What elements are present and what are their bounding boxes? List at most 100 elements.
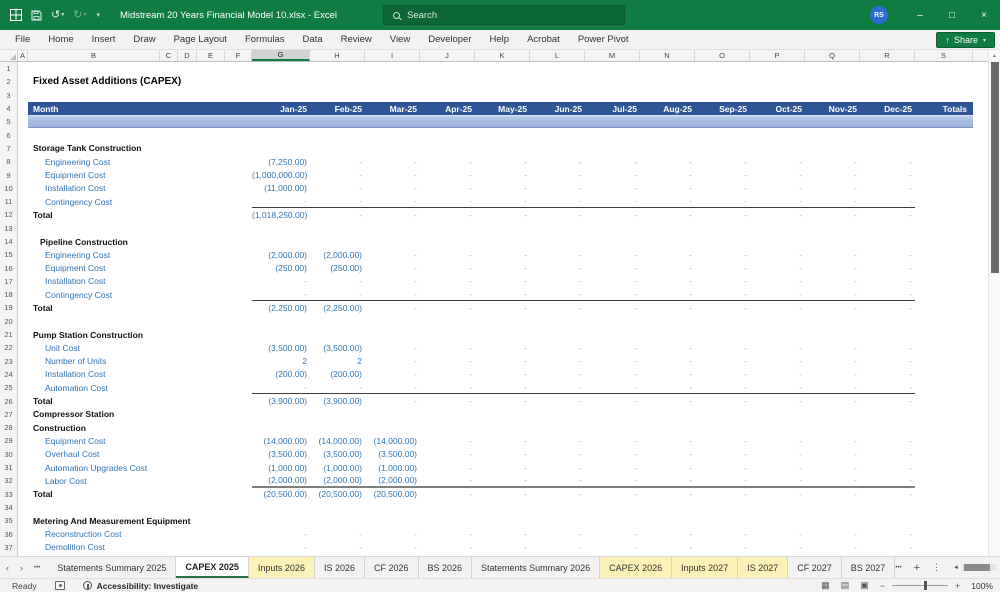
more-sheets-right-icon[interactable]: ••• <box>895 565 901 571</box>
menu-tab-file[interactable]: File <box>6 30 39 49</box>
cell-16-m10[interactable]: - <box>750 263 805 273</box>
row-label-25[interactable]: Automation Cost <box>28 383 252 393</box>
month-header-Mar-25[interactable]: Mar-25 <box>365 104 420 114</box>
cell-30-m2[interactable]: (3,500.00) <box>310 449 365 459</box>
cell-18-m5[interactable]: - <box>475 289 530 299</box>
cell-32-m9[interactable]: - <box>695 475 750 485</box>
cell-10-m11[interactable]: - <box>805 183 860 193</box>
row-label-22[interactable]: Unit Cost <box>28 343 252 353</box>
cell-33-m4[interactable]: - <box>420 489 475 499</box>
cell-17-m10[interactable]: - <box>750 276 805 286</box>
column-header-H[interactable]: H <box>310 50 365 61</box>
cell-29-m11[interactable]: - <box>805 436 860 446</box>
cell-9-m2[interactable]: - <box>310 170 365 180</box>
cell-26-m1[interactable]: (3,900.00) <box>252 396 310 406</box>
cell-19-m3[interactable]: - <box>365 303 420 313</box>
row-label-18[interactable]: Contingency Cost <box>28 290 252 300</box>
row-label-33[interactable]: Total <box>28 489 252 499</box>
cell-30-m3[interactable]: (3,500.00) <box>365 449 420 459</box>
row-label-17[interactable]: Installation Cost <box>28 276 252 286</box>
cell-16-m9[interactable]: - <box>695 263 750 273</box>
row-label-28[interactable]: Construction <box>28 423 252 433</box>
cell-33-m2[interactable]: (20,500.00) <box>310 489 365 499</box>
cell-A37[interactable] <box>18 541 28 554</box>
cell-30-m11[interactable]: - <box>805 449 860 459</box>
menu-tab-formulas[interactable]: Formulas <box>236 30 294 49</box>
row-label-27[interactable]: Compressor Station <box>28 409 252 419</box>
cell-37-m6[interactable]: - <box>530 542 585 552</box>
cell-8-m5[interactable]: - <box>475 157 530 167</box>
search-input[interactable]: Search <box>383 5 625 25</box>
cell-29-m1[interactable]: (14,000.00) <box>252 436 310 446</box>
cell-12-m12[interactable]: - <box>860 210 915 220</box>
menu-tab-review[interactable]: Review <box>332 30 381 49</box>
cell-33-m12[interactable]: - <box>860 489 915 499</box>
cell-19-m9[interactable]: - <box>695 303 750 313</box>
row-header-2[interactable]: 2 <box>0 75 18 89</box>
cell-18-m3[interactable]: - <box>365 289 420 299</box>
cell-23-m8[interactable]: - <box>640 356 695 366</box>
cell-17-m5[interactable]: - <box>475 276 530 286</box>
menu-tab-help[interactable]: Help <box>481 30 519 49</box>
month-header-May-25[interactable]: May-25 <box>475 104 530 114</box>
cell-A27[interactable] <box>18 408 28 421</box>
cell-32-m10[interactable]: - <box>750 475 805 485</box>
cell-8-m4[interactable]: - <box>420 157 475 167</box>
cell-16-m1[interactable]: (250.00) <box>252 263 310 273</box>
sheet-tab-is-2027[interactable]: IS 2027 <box>738 557 789 578</box>
row-label-19[interactable]: Total <box>28 303 252 313</box>
cell-12-m7[interactable]: - <box>585 210 640 220</box>
cell-22-m7[interactable]: - <box>585 343 640 353</box>
cell-24-m9[interactable]: - <box>695 369 750 379</box>
cell-32-m5[interactable]: - <box>475 475 530 485</box>
cell-30-m12[interactable]: - <box>860 449 915 459</box>
column-header-G[interactable]: G <box>252 50 310 61</box>
customize-qat-icon[interactable]: ▾ <box>95 12 100 19</box>
cell-32-m4[interactable]: - <box>420 475 475 485</box>
row-label-15[interactable]: Engineering Cost <box>28 250 252 260</box>
cell-17-m7[interactable]: - <box>585 276 640 286</box>
row-header-28[interactable]: 28 <box>0 421 18 435</box>
excel-app-icon[interactable] <box>10 9 22 21</box>
cell-22-m10[interactable]: - <box>750 343 805 353</box>
row-label-9[interactable]: Equipment Cost <box>28 170 252 180</box>
cell-8-m10[interactable]: - <box>750 157 805 167</box>
month-header-Aug-25[interactable]: Aug-25 <box>640 104 695 114</box>
scroll-left-icon[interactable]: ◄ <box>953 565 959 571</box>
cell-32-m2[interactable]: (2,000.00) <box>310 475 365 485</box>
scroll-up-icon[interactable]: ▲ <box>989 50 1000 61</box>
cell-12-m3[interactable]: - <box>365 210 420 220</box>
cell-23-m4[interactable]: - <box>420 356 475 366</box>
cell-18-m2[interactable]: - <box>310 289 365 299</box>
row-header-1[interactable]: 1 <box>0 62 18 76</box>
cell-A21[interactable] <box>18 328 28 341</box>
cell-32-m7[interactable]: - <box>585 475 640 485</box>
cell-31-m9[interactable]: - <box>695 463 750 473</box>
row-header-27[interactable]: 27 <box>0 407 18 422</box>
sheet-tab-cf-2026[interactable]: CF 2026 <box>365 557 419 578</box>
cell-30-m4[interactable]: - <box>420 449 475 459</box>
cell-24-m2[interactable]: (200.00) <box>310 369 365 379</box>
cell-23-m9[interactable]: - <box>695 356 750 366</box>
cell-11-m3[interactable]: - <box>365 196 420 206</box>
sheet-tab-statements-summary-2026[interactable]: Statements Summary 2026 <box>472 557 601 578</box>
month-header-Sep-25[interactable]: Sep-25 <box>695 104 750 114</box>
more-sheets-left-icon[interactable]: ••• <box>34 565 40 571</box>
cell-10-m5[interactable]: - <box>475 183 530 193</box>
cell-11-m7[interactable]: - <box>585 196 640 206</box>
row-header-30[interactable]: 30 <box>0 447 18 461</box>
cell-15-m6[interactable]: - <box>530 250 585 260</box>
cell-26-m12[interactable]: - <box>860 396 915 406</box>
row-header-35[interactable]: 35 <box>0 514 18 528</box>
row-label-37[interactable]: Demolition Cost <box>28 542 252 552</box>
cell-A10[interactable] <box>18 182 28 195</box>
cell-30-m1[interactable]: (3,500.00) <box>252 449 310 459</box>
cell-29-m7[interactable]: - <box>585 436 640 446</box>
cell-36-m3[interactable]: - <box>365 529 420 539</box>
cell-25-m11[interactable]: - <box>805 382 860 392</box>
cell-12-m8[interactable]: - <box>640 210 695 220</box>
cell-24-m10[interactable]: - <box>750 369 805 379</box>
row-header-5[interactable]: 5 <box>0 115 18 129</box>
cell-24-m3[interactable]: - <box>365 369 420 379</box>
cell-8-m6[interactable]: - <box>530 157 585 167</box>
